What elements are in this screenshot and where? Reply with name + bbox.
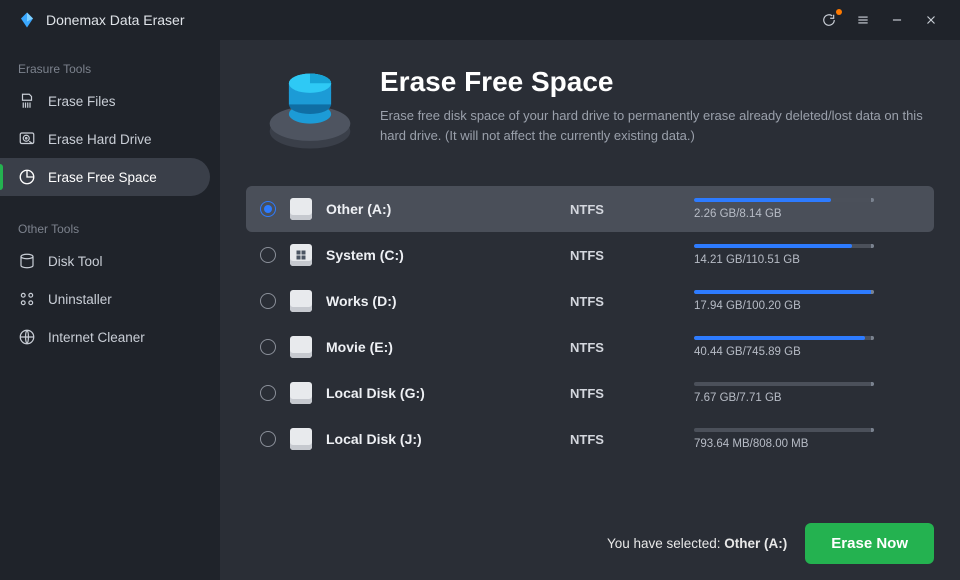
drive-volume-icon xyxy=(290,428,312,450)
drive-radio[interactable] xyxy=(260,293,276,309)
globe-clean-icon xyxy=(18,328,36,346)
drive-usage-text: 7.67 GB/7.71 GB xyxy=(694,392,874,404)
sidebar-item-label: Uninstaller xyxy=(48,292,112,307)
drive-usage-text: 793.64 MB/808.00 MB xyxy=(694,438,874,450)
selection-prefix: You have selected: xyxy=(607,536,724,551)
drive-volume-icon xyxy=(290,198,312,220)
app-logo-icon xyxy=(18,11,36,29)
titlebar: Donemax Data Eraser xyxy=(0,0,960,40)
drive-row[interactable]: Works (D:) NTFS 17.94 GB/100.20 GB xyxy=(246,278,934,324)
drive-radio[interactable] xyxy=(260,385,276,401)
drive-filesystem: NTFS xyxy=(570,340,680,355)
drive-usage: 7.67 GB/7.71 GB xyxy=(694,382,874,404)
drive-filesystem: NTFS xyxy=(570,248,680,263)
page-description: Erase free disk space of your hard drive… xyxy=(380,106,934,146)
drive-radio[interactable] xyxy=(260,247,276,263)
drive-name: Movie (E:) xyxy=(326,339,556,355)
erase-now-button[interactable]: Erase Now xyxy=(805,523,934,564)
drive-volume-icon xyxy=(290,382,312,404)
piechart-icon xyxy=(18,168,36,186)
drive-filesystem: NTFS xyxy=(570,202,680,217)
update-button[interactable] xyxy=(812,0,846,40)
drive-usage-text: 2.26 GB/8.14 GB xyxy=(694,208,874,220)
hard-drive-icon xyxy=(18,130,36,148)
drive-usage: 2.26 GB/8.14 GB xyxy=(694,198,874,220)
drive-radio[interactable] xyxy=(260,431,276,447)
drive-row[interactable]: Movie (E:) NTFS 40.44 GB/745.89 GB xyxy=(246,324,934,370)
page-title: Erase Free Space xyxy=(380,66,934,98)
drive-usage-text: 17.94 GB/100.20 GB xyxy=(694,300,874,312)
hero: Erase Free Space Erase free disk space o… xyxy=(246,60,934,168)
sidebar-item-label: Erase Free Space xyxy=(48,170,157,185)
drive-volume-icon xyxy=(290,336,312,358)
drive-usage-text: 14.21 GB/110.51 GB xyxy=(694,254,874,266)
drive-usage: 40.44 GB/745.89 GB xyxy=(694,336,874,358)
sidebar-section-erasure: Erasure Tools xyxy=(0,54,220,82)
file-shred-icon xyxy=(18,92,36,110)
sidebar-item-internet-cleaner[interactable]: Internet Cleaner xyxy=(0,318,220,356)
sidebar-item-uninstaller[interactable]: Uninstaller xyxy=(0,280,220,318)
sidebar-item-label: Erase Files xyxy=(48,94,116,109)
drive-name: Works (D:) xyxy=(326,293,556,309)
drive-list: Other (A:) NTFS 2.26 GB/8.14 GB System (C:)… xyxy=(246,186,934,499)
sidebar-item-label: Internet Cleaner xyxy=(48,330,145,345)
sidebar-section-other: Other Tools xyxy=(0,214,220,242)
minimize-button[interactable] xyxy=(880,0,914,40)
footer: You have selected: Other (A:) Erase Now xyxy=(246,517,934,564)
drive-usage: 17.94 GB/100.20 GB xyxy=(694,290,874,312)
drive-name: Other (A:) xyxy=(326,201,556,217)
drive-radio[interactable] xyxy=(260,339,276,355)
drive-name: System (C:) xyxy=(326,247,556,263)
drive-volume-icon xyxy=(290,290,312,312)
menu-button[interactable] xyxy=(846,0,880,40)
drive-usage-text: 40.44 GB/745.89 GB xyxy=(694,346,874,358)
app-title: Donemax Data Eraser xyxy=(46,12,185,28)
sidebar-item-erase-hard-drive[interactable]: Erase Hard Drive xyxy=(0,120,220,158)
drive-row[interactable]: Local Disk (J:) NTFS 793.64 MB/808.00 MB xyxy=(246,416,934,462)
drive-name: Local Disk (J:) xyxy=(326,431,556,447)
drive-filesystem: NTFS xyxy=(570,386,680,401)
drive-radio[interactable] xyxy=(260,201,276,217)
update-badge-icon xyxy=(836,9,842,15)
drive-usage: 14.21 GB/110.51 GB xyxy=(694,244,874,266)
drive-volume-icon xyxy=(290,244,312,266)
drive-usage: 793.64 MB/808.00 MB xyxy=(694,428,874,450)
apps-icon xyxy=(18,290,36,308)
sidebar-item-label: Erase Hard Drive xyxy=(48,132,152,147)
drive-row[interactable]: Other (A:) NTFS 2.26 GB/8.14 GB xyxy=(246,186,934,232)
sidebar-item-erase-free-space[interactable]: Erase Free Space xyxy=(0,158,210,196)
selection-value: Other (A:) xyxy=(724,536,787,551)
hero-disk-icon xyxy=(262,66,358,162)
sidebar-item-erase-files[interactable]: Erase Files xyxy=(0,82,220,120)
selection-text: You have selected: Other (A:) xyxy=(607,536,787,551)
drive-icon xyxy=(18,252,36,270)
sidebar: Erasure Tools Erase Files Erase Hard Dri… xyxy=(0,40,220,580)
main-panel: Erase Free Space Erase free disk space o… xyxy=(220,40,960,580)
drive-filesystem: NTFS xyxy=(570,294,680,309)
drive-filesystem: NTFS xyxy=(570,432,680,447)
drive-name: Local Disk (G:) xyxy=(326,385,556,401)
close-button[interactable] xyxy=(914,0,948,40)
drive-row[interactable]: System (C:) NTFS 14.21 GB/110.51 GB xyxy=(246,232,934,278)
sidebar-item-disk-tool[interactable]: Disk Tool xyxy=(0,242,220,280)
sidebar-item-label: Disk Tool xyxy=(48,254,103,269)
drive-row[interactable]: Local Disk (G:) NTFS 7.67 GB/7.71 GB xyxy=(246,370,934,416)
